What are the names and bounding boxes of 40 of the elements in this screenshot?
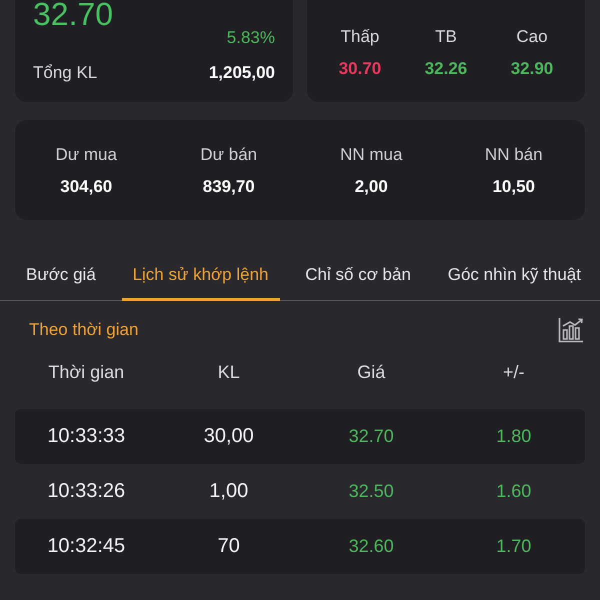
price-cell: 32.60: [348, 536, 394, 557]
flow-label: Dư bán: [200, 144, 258, 166]
change-percent: 5.83%: [226, 28, 275, 48]
volume-cell: 70: [218, 535, 240, 558]
column-header: KL: [216, 362, 241, 382]
volume-label: Tổng KL: [33, 62, 98, 84]
flow-label: NN mua: [340, 144, 402, 166]
time-cell: 10:33:33: [47, 425, 126, 448]
tab[interactable]: Góc nhìn kỹ thuật: [436, 240, 592, 301]
tab[interactable]: Chỉ số cơ bản: [294, 240, 422, 301]
change-cell: 1.70: [496, 536, 532, 557]
column-header: Thời gian: [47, 362, 126, 382]
flow-value: 2,00: [354, 176, 388, 198]
range-value: 32.90: [510, 58, 554, 80]
range-value: 30.70: [338, 58, 382, 80]
time-cell: 10:33:26: [47, 480, 126, 503]
range-label: Cao: [516, 26, 548, 48]
change-cell: 1.80: [496, 426, 532, 447]
range-label: Thấp: [340, 26, 380, 48]
price-cell: 32.70: [348, 426, 394, 447]
volume-cell: 1,00: [209, 480, 248, 503]
bar-chart-icon[interactable]: [558, 317, 584, 343]
flow-value: 304,60: [60, 176, 112, 198]
flow-value: 839,70: [202, 176, 255, 198]
tab[interactable]: Bước giá: [15, 240, 107, 301]
range-value: 32.26: [424, 58, 468, 80]
change-cell: 1.60: [496, 481, 532, 502]
last-price: 32.70: [33, 0, 114, 28]
volume-cell: 30,00: [204, 425, 254, 448]
range-label: TB: [435, 26, 457, 48]
tab[interactable]: Lịch sử khớp lệnh: [122, 240, 280, 301]
flow-label: NN bán: [484, 144, 543, 166]
flow-label: Dư mua: [56, 144, 117, 166]
column-header: Giá: [356, 362, 386, 382]
volume-value: 1,205,00: [208, 62, 275, 84]
price-cell: 32.50: [348, 481, 394, 502]
section-title: Theo thời gian: [29, 319, 138, 341]
column-header: +/-: [502, 362, 526, 382]
time-cell: 10:32:45: [47, 535, 126, 558]
flow-value: 10,50: [492, 176, 536, 198]
